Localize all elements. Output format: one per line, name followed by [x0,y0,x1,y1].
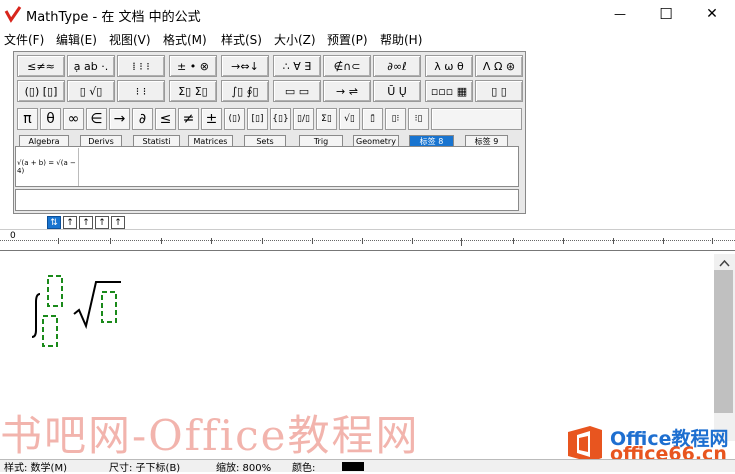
ruler-tick [262,238,263,244]
logic-palette[interactable]: ∴ ∀ ∃ [273,55,321,77]
ruler[interactable]: 0 [0,229,735,251]
menu-style[interactable]: 样式(S) [221,31,262,48]
symbol-element-of[interactable]: ∈ [86,108,107,130]
template-fraction[interactable]: ▯/▯ [293,108,314,130]
integral-upper-limit-placeholder [47,275,63,307]
ruler-tick [362,238,363,244]
symbol-plus-minus[interactable]: ± [201,108,222,130]
minimize-icon: — [614,7,626,21]
symbol-theta[interactable]: θ [40,108,61,130]
template-superscript[interactable]: ▯⁝ [385,108,406,130]
integral-sign-icon [31,293,41,338]
integrals-palette[interactable]: ∫▯ ∮▯ [221,80,269,102]
menu-preferences[interactable]: 预置(P) [327,31,368,48]
maximize-button[interactable]: ☐ [643,0,689,28]
nav-button-2[interactable]: ↑ [63,216,77,229]
fences-palette[interactable]: (▯) [▯] [17,80,65,102]
ruler-tick [58,238,59,244]
underbar-overbar-palette[interactable]: ▭ ▭ [273,80,321,102]
ruler-tick [663,238,664,244]
title-bar: MathType - 在 文档 中的公式 — ☐ ✕ [0,0,735,28]
spaces-palette[interactable]: ạ ab ·. [67,55,115,77]
symbol-not-equal[interactable]: ≠ [178,108,199,130]
office-logo-icon [568,426,602,462]
symbol-infinity[interactable]: ∞ [63,108,84,130]
template-subscript[interactable]: ⁝▯ [408,108,429,130]
menu-bar: 文件(F) 编辑(E) 视图(V) 格式(M) 样式(S) 大小(Z) 预置(P… [0,28,735,49]
fractions-radicals-palette[interactable]: ▯ √▯ [67,80,115,102]
symbol-pi[interactable]: π [17,108,38,130]
boxes-palette[interactable]: ▯ ▯ [475,80,523,102]
template-parentheses[interactable]: (▯) [224,108,245,130]
status-color: 颜色: [292,463,316,474]
menu-size[interactable]: 大小(Z) [274,31,316,48]
ruler-tick [513,238,514,244]
equation-content [31,275,121,347]
menu-view[interactable]: 视图(V) [109,31,151,48]
close-icon: ✕ [706,6,718,22]
misc-symbols-palette[interactable]: ∂∞ℓ [373,55,421,77]
template-square-root[interactable]: √▯ [339,108,360,130]
status-size: 尺寸: 子下标(B) [109,463,181,474]
menu-format[interactable]: 格式(M) [163,31,207,48]
menu-file[interactable]: 文件(F) [4,31,44,48]
minimize-button[interactable]: — [597,0,643,28]
status-zoom: 缩放: 800% [216,463,272,474]
mathtype-logo-icon [4,6,22,23]
summation-palette[interactable]: Σ▯ Σ▯ [169,80,217,102]
template-brackets[interactable]: [▯] [247,108,268,130]
ruler-tick [461,238,462,246]
square-root-icon [73,281,121,330]
status-bar: 样式: 数学(M) 尺寸: 子下标(B) 缩放: 800% 颜色: [0,459,735,474]
products-palette[interactable]: Ū Ų [373,80,421,102]
symbol-partial[interactable]: ∂ [132,108,153,130]
nesting-nav: ⇅ ↑ ↑ ↑ ↑ [47,216,125,229]
symbol-empty-slot[interactable] [431,108,522,130]
labeled-arrows-palette[interactable]: → ⇌ [323,80,371,102]
watermark-text: 书吧网-Office教程网 [0,411,420,460]
ruler-tick [563,238,564,244]
ruler-tick [312,238,313,244]
ruler-tick [211,238,212,244]
embellishments-palette[interactable]: ⁞ ⁝ ⁝ [117,55,165,77]
status-style: 样式: 数学(M) [4,463,67,474]
nav-button-1[interactable]: ⇅ [47,216,61,229]
integral-lower-limit-placeholder [42,315,58,347]
nav-button-5[interactable]: ↑ [111,216,125,229]
template-summation[interactable]: Σ▯ [316,108,337,130]
scroll-up-icon [719,259,730,267]
greek-upper-palette[interactable]: Λ Ω ⊛ [475,55,523,77]
symbol-less-equal[interactable]: ≤ [155,108,176,130]
ruler-tick [161,238,162,244]
arrows-palette[interactable]: →⇔↓ [221,55,269,77]
radicand-placeholder [101,291,117,323]
ruler-tick [613,238,614,244]
relations-palette[interactable]: ≤≠≈ [17,55,65,77]
window-title: MathType - 在 文档 中的公式 [26,10,201,25]
color-swatch[interactable] [342,462,364,471]
small-bar-panel [15,189,519,211]
menu-edit[interactable]: 编辑(E) [56,31,97,48]
tab-panel: √(a + b) = √(a − 4) [15,146,519,187]
symbol-right-arrow[interactable]: → [109,108,130,130]
saved-expression[interactable]: √(a + b) = √(a − 4) [17,148,79,186]
greek-lower-palette[interactable]: λ ω θ [425,55,473,77]
template-braces[interactable]: {▯} [270,108,291,130]
sets-palette[interactable]: ∉∩⊂ [323,55,371,77]
maximize-icon: ☐ [659,5,673,23]
nav-button-3[interactable]: ↑ [79,216,93,229]
subscripts-palette[interactable]: ⁝ ⁝ [117,80,165,102]
close-button[interactable]: ✕ [689,0,735,28]
ruler-tick [712,238,713,244]
ruler-tick [412,238,413,244]
template-overbar[interactable]: ▯̄ [362,108,383,130]
scrollbar-thumb[interactable] [714,270,733,413]
matrices-palette[interactable]: ▫▫▫ ▦ [425,80,473,102]
nav-button-4[interactable]: ↑ [95,216,109,229]
menu-help[interactable]: 帮助(H) [380,31,422,48]
operators-palette[interactable]: ± • ⊗ [169,55,217,77]
ruler-tick [110,238,111,244]
